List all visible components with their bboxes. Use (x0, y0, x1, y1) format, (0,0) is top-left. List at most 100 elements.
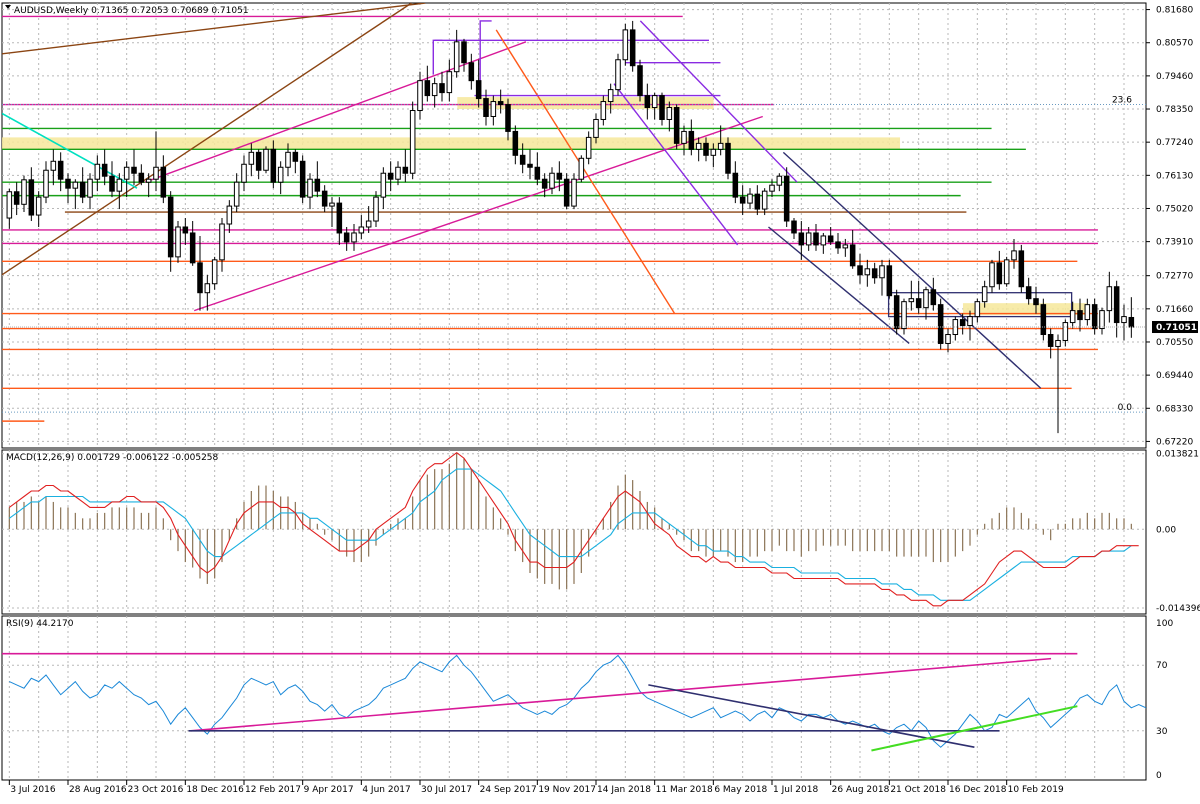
candle-body (6, 191, 13, 219)
candle-body (1040, 304, 1047, 336)
candle-body (688, 130, 695, 150)
candle-body (776, 175, 783, 186)
candle-body (857, 265, 863, 276)
x-tick-label: 4 Jun 2017 (362, 785, 410, 795)
candle-body (725, 142, 731, 174)
candle-body (967, 316, 973, 327)
price-axis-label: 0.76130 (1156, 171, 1193, 181)
candle-body (57, 160, 64, 180)
candle-body (65, 178, 71, 189)
candle-body (710, 148, 717, 156)
candle-body (607, 89, 614, 103)
candle-body (989, 262, 995, 288)
candle-body (446, 71, 453, 94)
candle-body (424, 80, 431, 97)
candle-body (695, 142, 702, 150)
candle-body (233, 181, 240, 207)
candle-body (1062, 322, 1069, 341)
x-tick-label: 18 Dec 2016 (186, 785, 244, 795)
candle-body (402, 166, 409, 174)
candle-body (490, 101, 497, 117)
chart-svg: 3 Jul 2016 28 Aug 2016 23 Oct 2016 18 Dec 2… (1, 2, 1200, 795)
candle-body (226, 205, 233, 225)
candle-body (461, 41, 467, 64)
candle-body (131, 166, 137, 174)
candle-body (351, 232, 357, 243)
candle-body (886, 265, 893, 297)
x-tick-label: 21 Oct 2018 (890, 785, 946, 795)
candle-body (505, 104, 511, 132)
candle-body (908, 298, 915, 303)
candle-body (871, 268, 878, 279)
candle-body (101, 163, 108, 177)
candle-body (138, 172, 145, 183)
x-tick-label: 30 Jul 2017 (421, 785, 472, 795)
candle-body (563, 178, 570, 207)
rsi-axis-label: 0 (1156, 771, 1162, 781)
price-axis-label: 0.79460 (1156, 72, 1193, 82)
macd-axis-label: 0.013821 (1156, 450, 1199, 460)
price-axis-label: 0.72770 (1156, 272, 1193, 282)
candle-body (167, 196, 174, 258)
candle-body (791, 220, 797, 234)
candle-body (681, 130, 687, 144)
candle-body (197, 262, 203, 294)
candle-body (527, 163, 533, 168)
candle-body (175, 226, 181, 258)
candle-body (255, 151, 262, 171)
candle-body (204, 283, 211, 294)
candle-body (842, 244, 849, 249)
candle-body (754, 193, 761, 210)
candle-body (1069, 310, 1076, 324)
candle-body (468, 62, 475, 82)
candle-body (637, 65, 643, 97)
x-tick-label: 3 Jul 2016 (10, 785, 55, 795)
x-tick-label: 1 Jul 2018 (773, 785, 818, 795)
candle-body (813, 232, 819, 246)
candle-body (915, 298, 922, 309)
candle-body (1055, 339, 1061, 347)
macd-header: MACD(12,26,9) 0.001729 -0.006122 -0.0052… (6, 453, 219, 463)
candle-body (35, 196, 42, 216)
candle-body (666, 107, 673, 120)
candle-body (893, 295, 900, 330)
candle-body (153, 166, 159, 180)
candle-body (431, 83, 438, 97)
candle-body (1099, 310, 1105, 330)
x-tick-label: 6 May 2018 (714, 785, 767, 795)
candle-body (959, 319, 966, 327)
candle-body (1128, 316, 1135, 328)
candle-body (622, 29, 629, 61)
candle-body (820, 235, 827, 246)
candle-body (593, 118, 599, 138)
candle-body (417, 80, 423, 112)
candle-body (549, 172, 555, 189)
rsi-axis-label: 70 (1156, 661, 1168, 671)
candle-body (453, 41, 460, 73)
price-axis-label: 0.80570 (1156, 39, 1193, 49)
candle-body (189, 232, 196, 264)
candle-body (615, 59, 621, 91)
candle-body (314, 178, 321, 192)
candle-body (519, 154, 526, 165)
x-tick-label: 28 Aug 2016 (69, 785, 127, 795)
candle-body (358, 226, 365, 234)
candle-body (116, 178, 123, 192)
x-tick-label: 19 Nov 2017 (538, 785, 596, 795)
candle-body (241, 163, 247, 183)
price-axis-label: 0.73910 (1156, 238, 1193, 248)
candle-body (827, 235, 834, 243)
candle-body (329, 202, 335, 207)
candle-body (292, 151, 299, 162)
price-header: AUDUSD,Weekly 0.71365 0.72053 0.70689 0.… (14, 6, 249, 16)
candle-body (659, 95, 665, 120)
candle-body (270, 148, 277, 183)
candle-body (835, 241, 841, 249)
x-tick-label: 16 Dec 2018 (949, 785, 1007, 795)
x-tick-label: 24 Sep 2017 (480, 785, 537, 795)
candle-body (901, 301, 907, 330)
candle-body (1047, 334, 1054, 347)
candle-body (373, 196, 379, 222)
candle-body (534, 166, 541, 180)
candle-body (182, 226, 189, 234)
